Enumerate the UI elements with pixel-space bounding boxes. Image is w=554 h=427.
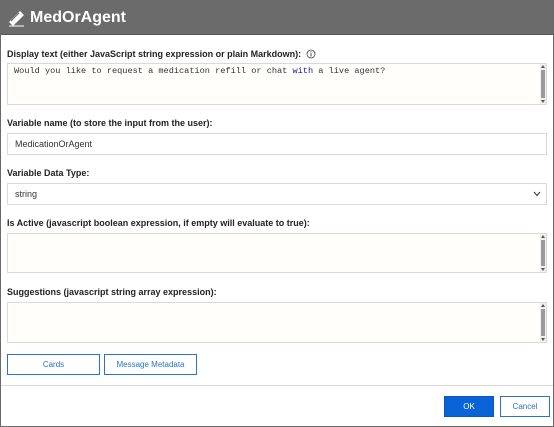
cancel-button[interactable]: Cancel bbox=[500, 396, 550, 417]
variable-name-label: Variable name (to store the input from t… bbox=[7, 118, 213, 128]
dialog-title: MedOrAgent bbox=[30, 8, 126, 26]
suggestions-editor[interactable] bbox=[7, 302, 547, 343]
is-active-editor[interactable] bbox=[7, 233, 547, 273]
variable-type-label: Variable Data Type: bbox=[7, 168, 90, 178]
code-text: a live agent? bbox=[313, 66, 386, 76]
scroll-thumb[interactable] bbox=[541, 309, 545, 336]
variable-type-select[interactable]: string bbox=[7, 183, 547, 205]
info-icon[interactable] bbox=[306, 49, 316, 59]
code-keyword: with bbox=[292, 66, 314, 76]
scroll-down-arrow-icon[interactable] bbox=[541, 338, 545, 341]
scroll-thumb[interactable] bbox=[541, 240, 545, 266]
scroll-up-arrow-icon[interactable] bbox=[541, 65, 545, 68]
suggestions-label: Suggestions (javascript string array exp… bbox=[7, 287, 217, 297]
dialog: MedOrAgent Display text (either JavaScri… bbox=[0, 0, 554, 427]
ok-button[interactable]: OK bbox=[444, 396, 494, 417]
cards-button[interactable]: Cards bbox=[7, 354, 100, 375]
is-active-scrollbar[interactable] bbox=[540, 234, 546, 272]
footer-divider bbox=[1, 385, 553, 386]
display-text-code: Would you like to request a medication r… bbox=[8, 64, 546, 78]
suggestions-scrollbar[interactable] bbox=[540, 303, 546, 342]
dialog-titlebar: MedOrAgent bbox=[1, 1, 553, 35]
code-text: Would you like to request a medication r… bbox=[14, 66, 293, 76]
edit-icon bbox=[9, 10, 24, 26]
display-text-label: Display text (either JavaScript string e… bbox=[7, 49, 316, 59]
variable-name-input[interactable]: MedicationOrAgent bbox=[7, 133, 547, 155]
is-active-code bbox=[8, 234, 546, 238]
chevron-down-icon bbox=[533, 191, 541, 197]
suggestions-code bbox=[8, 303, 546, 307]
scroll-up-arrow-icon[interactable] bbox=[541, 304, 545, 307]
is-active-label: Is Active (javascript boolean expression… bbox=[7, 218, 310, 228]
scroll-up-arrow-icon[interactable] bbox=[541, 235, 545, 238]
message-metadata-button[interactable]: Message Metadata bbox=[104, 354, 197, 375]
scroll-down-arrow-icon[interactable] bbox=[541, 100, 545, 103]
variable-type-value: string bbox=[15, 189, 38, 199]
display-text-editor[interactable]: Would you like to request a medication r… bbox=[7, 63, 547, 105]
display-text-scrollbar[interactable] bbox=[540, 64, 546, 104]
scroll-thumb[interactable] bbox=[541, 70, 545, 98]
scroll-down-arrow-icon[interactable] bbox=[541, 268, 545, 271]
display-text-label-text: Display text (either JavaScript string e… bbox=[7, 49, 302, 59]
